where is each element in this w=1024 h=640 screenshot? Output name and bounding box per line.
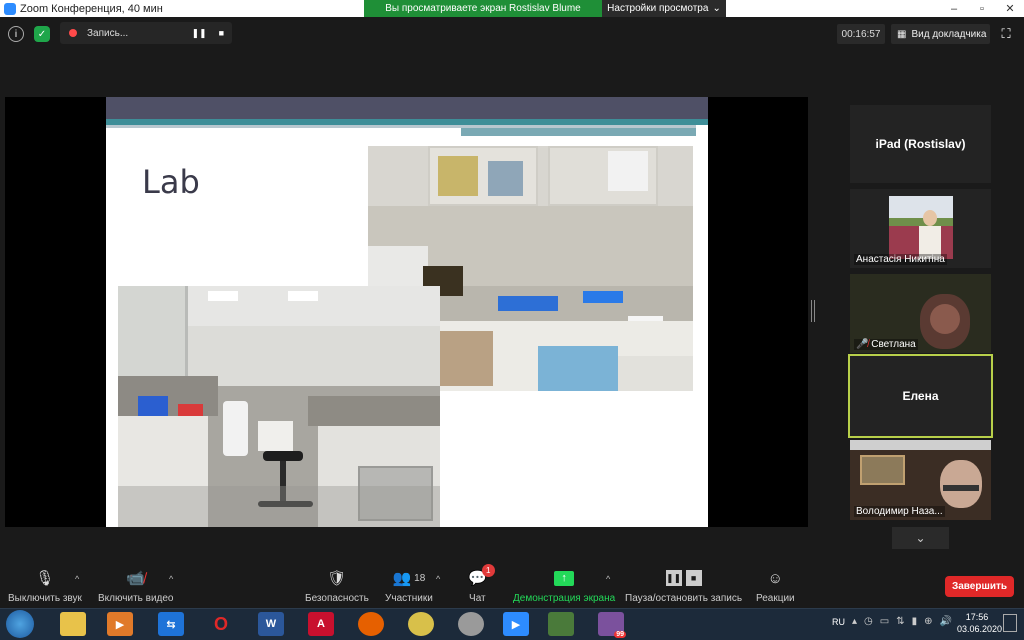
mute-button[interactable]: 🎙 Выключить звук [8, 568, 82, 604]
close-icon[interactable]: ✕ [996, 0, 1024, 17]
end-meeting-button[interactable]: Завершить [945, 576, 1014, 597]
clock-date: 03.06.2020 [957, 624, 1003, 634]
participant-name: iPad (Rostislav) [875, 137, 966, 151]
shield-icon: 🛡 [327, 570, 347, 587]
participants-count: 18 [414, 572, 426, 584]
chevron-down-icon: ⌄ [712, 3, 721, 14]
participant-tile[interactable]: 🎤̸ Светлана [850, 274, 991, 353]
participant-name-muted: 🎤̸ Светлана [854, 339, 918, 350]
grid-view-icon: ▦ [897, 28, 907, 40]
maximize-icon[interactable]: ▫ [968, 0, 996, 17]
reactions-button[interactable]: ☺ Реакции [756, 568, 795, 605]
participant-name: Светлана [871, 339, 916, 350]
audio-options-caret-icon[interactable]: ^ [75, 574, 79, 584]
participant-name: Анастасія Никитіна [854, 254, 947, 265]
scroll-participants-down-button[interactable]: ⌄ [892, 527, 949, 549]
video-label: Включить видео [98, 593, 174, 604]
view-mode-button[interactable]: ▦ Вид докладчика [891, 24, 990, 44]
acrobat-icon[interactable]: A [308, 612, 334, 636]
pause-stop-icon: ❚❚ ■ [665, 568, 702, 588]
zoom-taskbar-icon[interactable]: ▶ [503, 612, 529, 636]
fullscreen-icon[interactable]: ⛶ [997, 25, 1015, 43]
pause-record-icon[interactable]: ❚❚ [191, 28, 206, 39]
participant-tile[interactable]: iPad (Rostislav) [850, 105, 991, 183]
security-label: Безопасность [305, 593, 369, 604]
slide-header-band [106, 97, 708, 119]
participant-name: Елена [902, 389, 939, 403]
participants-options-caret-icon[interactable]: ^ [436, 574, 440, 584]
slide-title: Lab [142, 163, 200, 201]
language-indicator[interactable]: RU [832, 617, 845, 627]
info-icon[interactable]: i [8, 26, 24, 42]
window-title: Zoom Конференция, 40 мин [20, 2, 163, 15]
view-mode-label: Вид докладчика [911, 28, 987, 40]
mic-muted-icon: 🎤̸ [856, 339, 869, 350]
file-explorer-icon[interactable] [60, 612, 86, 636]
recording-indicator: Запись... ❚❚ ■ [60, 22, 232, 44]
taskbar-clock[interactable]: 17:56 03.06.2020 [957, 611, 1003, 635]
recording-label: Запись... [87, 27, 129, 39]
panel-resize-handle[interactable] [811, 300, 815, 322]
utility-app-icon[interactable] [408, 612, 434, 636]
security-button[interactable]: 🛡 Безопасность [305, 568, 369, 604]
chevron-down-icon: ⌄ [915, 531, 926, 545]
start-video-button[interactable]: 📹̸ Включить видео [98, 568, 174, 604]
viber-unread-badge: 99 [614, 631, 626, 638]
zoom-share-taskbar-icon[interactable] [548, 612, 574, 636]
teamviewer-icon[interactable]: ⇆ [158, 612, 184, 636]
participant-tile[interactable]: Володимир Наза... [850, 440, 991, 520]
pause-stop-recording-button[interactable]: ❚❚ ■ Пауза/остановить запись [625, 568, 742, 604]
participants-button[interactable]: 👥 18 Участники [385, 568, 433, 604]
word-icon[interactable]: W [258, 612, 284, 636]
tray-icons[interactable]: ▴◷▭⇅▮⊕🔊 [852, 616, 959, 627]
video-options-caret-icon[interactable]: ^ [169, 574, 173, 584]
chat-label: Чат [469, 593, 486, 604]
share-screen-button[interactable]: ↑ Демонстрация экрана [513, 568, 615, 604]
participants-label: Участники [385, 593, 433, 604]
chat-unread-badge: 1 [481, 564, 495, 577]
zoom-app-icon [4, 2, 16, 15]
meeting-timer: 00:16:57 [837, 24, 885, 44]
reactions-label: Реакции [756, 593, 795, 604]
notifications-icon[interactable] [1003, 614, 1017, 632]
share-options-caret-icon[interactable]: ^ [606, 574, 610, 584]
window-controls: – ▫ ✕ [940, 0, 1024, 17]
viber-icon[interactable]: 99 [598, 612, 626, 638]
firefox-icon[interactable] [358, 612, 384, 636]
start-button-icon[interactable] [6, 610, 34, 638]
clock-time: 17:56 [965, 612, 989, 622]
shield-check-icon[interactable]: ✓ [34, 26, 50, 42]
opera-icon[interactable]: O [208, 612, 234, 636]
chat-button[interactable]: 💬 1 Чат [468, 564, 495, 604]
mute-label: Выключить звук [8, 593, 82, 604]
participant-tile[interactable]: Анастасія Никитіна [850, 189, 991, 268]
share-label: Демонстрация экрана [513, 593, 616, 604]
microphone-icon: 🎙 [35, 570, 55, 587]
minimize-icon[interactable]: – [940, 0, 968, 17]
people-icon: 👥 18 [392, 570, 426, 587]
share-screen-icon: ↑ [554, 568, 575, 588]
participant-video [889, 196, 953, 259]
participant-tile-active-speaker[interactable]: Елена [848, 354, 993, 438]
video-off-icon: 📹̸ [126, 570, 146, 587]
participant-video [940, 460, 982, 508]
chat-bubble-icon: 💬 1 [468, 564, 495, 588]
media-player-icon[interactable]: ▶ [107, 612, 133, 636]
participant-name: Володимир Наза... [854, 506, 945, 517]
viewing-screen-banner: Вы просматриваете экран Rostislav Blume [364, 0, 602, 17]
view-options-button[interactable]: Настройки просмотра ⌄ [602, 0, 726, 17]
view-options-label: Настройки просмотра [607, 3, 709, 14]
record-label: Пауза/остановить запись [625, 593, 743, 604]
lab-photo-room [118, 286, 440, 527]
smiley-add-icon: ☺ [767, 569, 783, 587]
reel-app-icon[interactable] [458, 612, 484, 636]
slide-header-accent [461, 128, 696, 136]
record-dot-icon [69, 29, 77, 37]
stop-record-icon[interactable]: ■ [219, 28, 224, 39]
